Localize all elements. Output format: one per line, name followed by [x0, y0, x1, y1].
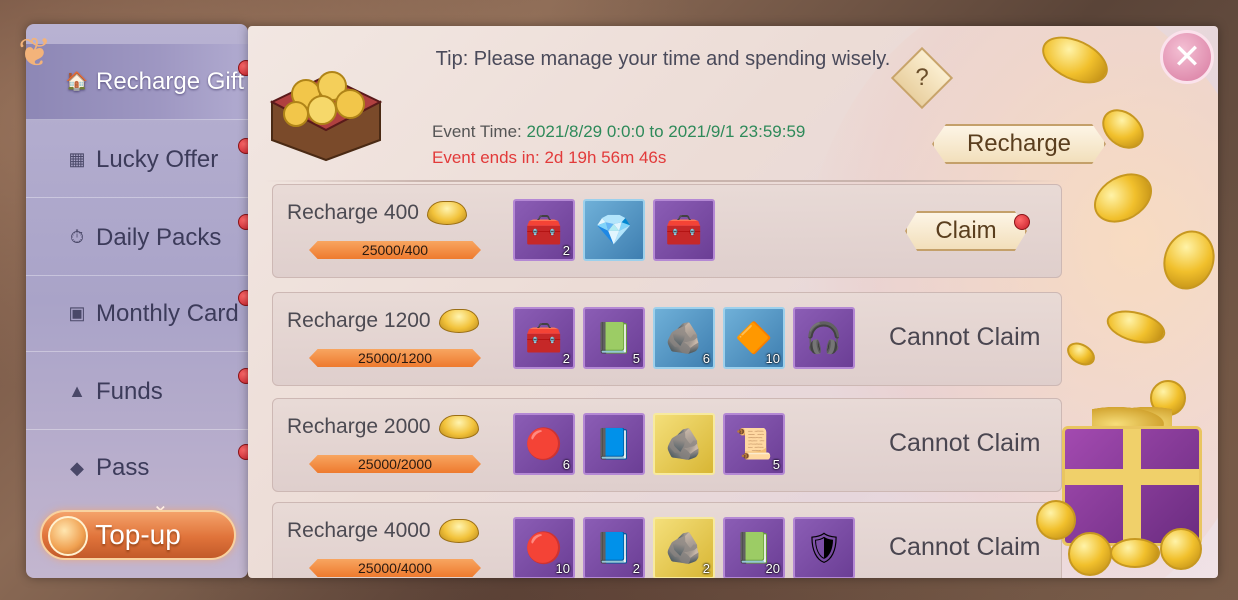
reward-tier-label: Recharge 2000: [287, 415, 431, 438]
armor-item[interactable]: 🛡: [793, 517, 855, 578]
topup-button[interactable]: Top-up: [40, 510, 236, 560]
ore-item[interactable]: 🪨 6: [653, 307, 715, 369]
gem-item[interactable]: 💎: [583, 199, 645, 261]
item-qty: 10: [555, 561, 570, 576]
recharge-button[interactable]: Recharge: [932, 124, 1106, 164]
coin-icon: [48, 516, 88, 556]
reward-tier-label: Recharge 1200: [287, 309, 431, 332]
coin-decoration: [1068, 532, 1112, 576]
calendar-gift-icon: ⏱: [69, 227, 85, 247]
item-qty: 10: [765, 351, 780, 366]
blue-book-item[interactable]: 📘 2: [583, 517, 645, 578]
gold-ingot-icon: [438, 519, 479, 543]
item-qty: 5: [772, 457, 780, 472]
sidebar-item-label: Monthly Card: [96, 299, 239, 327]
gold-ingot-icon: [438, 309, 479, 333]
item-qty: 2: [562, 243, 570, 258]
claim-status: Cannot Claim: [889, 323, 1041, 351]
reward-tier-label: Recharge 400: [287, 201, 419, 224]
close-button[interactable]: ✕: [1160, 30, 1214, 84]
sidebar-item-label: Daily Packs: [96, 223, 222, 251]
gift-ribbon: [1123, 429, 1141, 543]
sidebar-item-funds[interactable]: ▲ Funds: [26, 354, 248, 430]
sidebar-item-label: Recharge Gift: [96, 67, 245, 95]
topup-label: Top-up: [95, 519, 181, 550]
chest-item[interactable]: 🧰 2: [513, 199, 575, 261]
coin-chest-icon: [269, 71, 383, 162]
reward-tier: Recharge 2000: [287, 415, 479, 439]
ore-item[interactable]: 🪨: [653, 413, 715, 475]
reward-row: Recharge 4000 25000/4000 🔴 10 📘 2 🪨 2 📗 20 🛡…: [272, 502, 1062, 578]
reward-row: Recharge 2000 25000/2000 🔴 6 📘 🪨 📜 5 Canno…: [272, 398, 1062, 492]
progress-bar: 25000/2000: [309, 455, 481, 473]
diamond-badge-icon: ◆: [70, 457, 84, 478]
event-time-value: 2021/8/29 0:0:0 to 2021/9/1 23:59:59: [526, 122, 806, 141]
close-icon: ✕: [1172, 38, 1202, 76]
help-icon: ?: [915, 64, 929, 91]
item-qty: 2: [632, 561, 640, 576]
orb-item[interactable]: 🔴 10: [513, 517, 575, 578]
reward-row: Recharge 400 25000/400 🧰 2 💎 🧰 Claim: [272, 184, 1062, 278]
chest-item[interactable]: 🧰: [653, 199, 715, 261]
scroll-item[interactable]: 📜 5: [723, 413, 785, 475]
sidebar-item-lucky-offer[interactable]: ▦ Lucky Offer: [26, 122, 248, 198]
card-icon: ▣: [68, 303, 86, 323]
ore-item[interactable]: 🪨 2: [653, 517, 715, 578]
event-countdown: Event ends in: 2d 19h 56m 46s: [432, 148, 667, 167]
reward-items: 🧰 2 📗 5 🪨 6 🔶 10 🎧: [513, 307, 855, 369]
progress-bar: 25000/400: [309, 241, 481, 259]
notification-dot: [1014, 214, 1030, 230]
headphones-item[interactable]: 🎧: [793, 307, 855, 369]
item-qty: 20: [765, 561, 780, 576]
sidebar-item-label: Funds: [96, 377, 163, 405]
reward-tier-label: Recharge 4000: [287, 519, 431, 542]
sidebar-item-daily-packs[interactable]: ⏱ Daily Packs: [26, 200, 248, 276]
butterfly-icon: ❦: [18, 31, 52, 75]
crystal-item[interactable]: 🔶 10: [723, 307, 785, 369]
item-qty: 6: [702, 351, 710, 366]
chart-icon: ▲: [68, 381, 86, 401]
claim-status: Cannot Claim: [889, 429, 1041, 457]
sidebar-item-recharge-gift[interactable]: 🏠 Recharge Gift: [26, 44, 248, 120]
tip-text: Tip: Please manage your time and spendin…: [435, 48, 891, 70]
gold-ingot-icon: [438, 415, 479, 439]
divider: [264, 180, 1064, 182]
reward-items: 🧰 2 💎 🧰: [513, 199, 715, 261]
coin-decoration: [1160, 528, 1202, 570]
item-qty: 2: [562, 351, 570, 366]
item-qty: 5: [632, 351, 640, 366]
coin-decoration: [1110, 538, 1160, 568]
event-time: Event Time: 2021/8/29 0:0:0 to 2021/9/1 …: [432, 122, 805, 142]
ticket-icon: ▦: [68, 149, 86, 169]
sidebar-item-label: Pass: [96, 454, 150, 481]
item-qty: 2: [702, 561, 710, 576]
reward-tier: Recharge 1200: [287, 309, 479, 333]
blue-book-item[interactable]: 📘: [583, 413, 645, 475]
chest-item[interactable]: 🧰 2: [513, 307, 575, 369]
gift-shop-icon: 🏠: [65, 71, 89, 91]
sidebar: 🏠 Recharge Gift ▦ Lucky Offer ⏱ Daily Pa…: [26, 24, 248, 578]
book-item[interactable]: 📗 5: [583, 307, 645, 369]
gold-ingot-icon: [426, 201, 467, 225]
item-qty: 6: [562, 457, 570, 472]
book-item[interactable]: 📗 20: [723, 517, 785, 578]
reward-tier: Recharge 4000: [287, 519, 479, 543]
reward-row: Recharge 1200 25000/1200 🧰 2 📗 5 🪨 6 🔶 10 🎧 …: [272, 292, 1062, 386]
progress-bar: 25000/4000: [309, 559, 481, 577]
gift-ribbon: [1065, 469, 1199, 485]
reward-items: 🔴 6 📘 🪨 📜 5: [513, 413, 785, 475]
sidebar-item-label: Lucky Offer: [96, 145, 219, 173]
progress-bar: 25000/1200: [309, 349, 481, 367]
reward-items: 🔴 10 📘 2 🪨 2 📗 20 🛡: [513, 517, 855, 578]
coin-decoration: [1036, 500, 1076, 540]
sidebar-item-pass[interactable]: ◆ Pass: [26, 430, 248, 506]
claim-status: Cannot Claim: [889, 533, 1041, 561]
event-time-label: Event Time:: [432, 122, 522, 141]
reward-tier: Recharge 400: [287, 201, 467, 225]
orb-item[interactable]: 🔴 6: [513, 413, 575, 475]
claim-button[interactable]: Claim: [905, 211, 1027, 251]
sidebar-item-monthly-card[interactable]: ▣ Monthly Card: [26, 276, 248, 352]
